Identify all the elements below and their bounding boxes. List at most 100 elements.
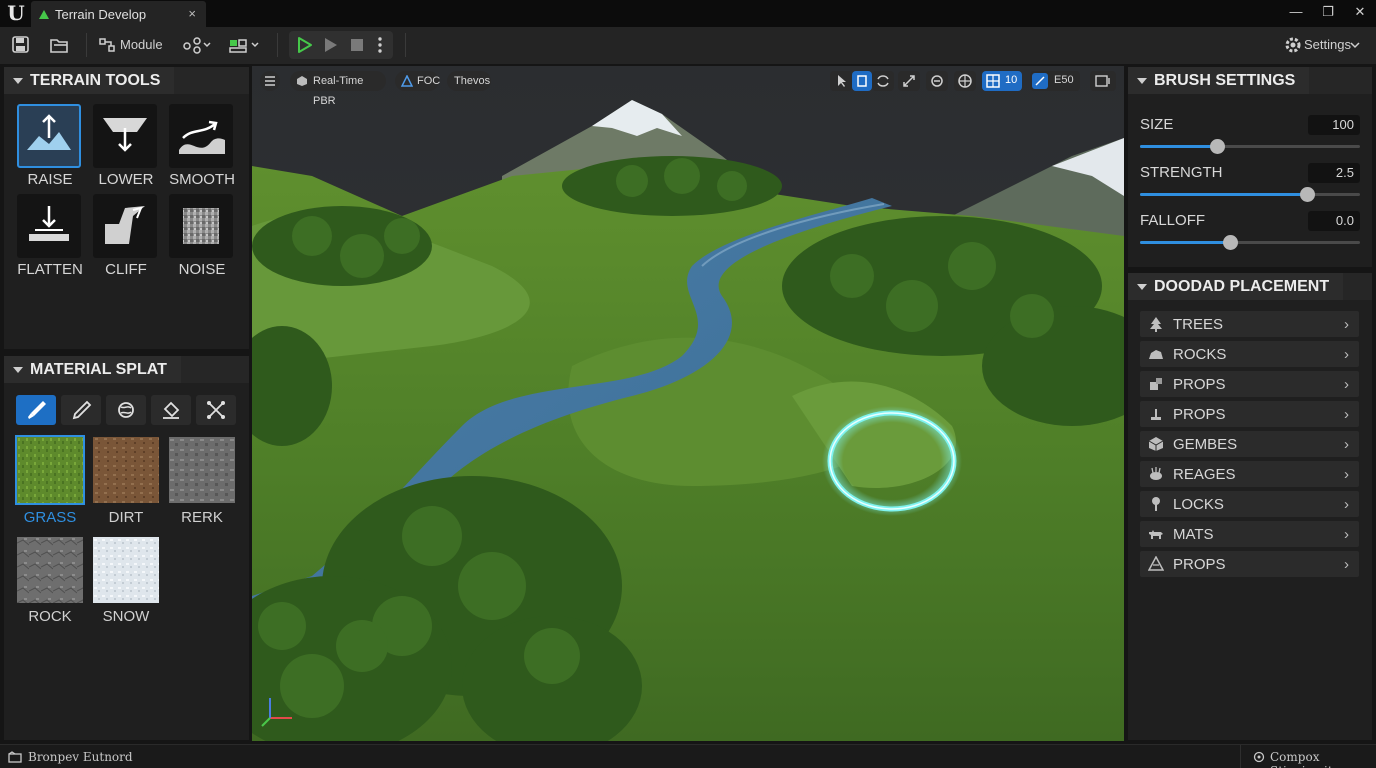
flatten-icon <box>29 206 69 241</box>
doodad-item-locks[interactable]: LOCKS › <box>1140 491 1359 517</box>
tool-flatten[interactable] <box>17 194 81 258</box>
theme-dropdown[interactable]: Thevos <box>447 71 491 91</box>
chevron-right-icon: › <box>1344 406 1349 423</box>
close-window-button[interactable]: ✕ <box>1350 3 1370 21</box>
level-icon <box>39 10 49 19</box>
source-control-icon[interactable] <box>1253 751 1265 763</box>
rotate-mode-button[interactable] <box>872 71 894 91</box>
camera-speed-button[interactable]: E50 <box>1030 71 1080 91</box>
brush-settings-title[interactable]: BRUSH SETTINGS <box>1128 67 1310 94</box>
doodad-item-props[interactable]: PROPS › <box>1140 371 1359 397</box>
terrain-tools-title[interactable]: TERRAIN TOOLS <box>4 67 175 94</box>
content-browser-icon[interactable] <box>48 35 70 55</box>
cube-icon <box>297 76 307 86</box>
paint-brush-icon <box>28 401 46 419</box>
collapse-caret-icon[interactable] <box>1137 284 1147 290</box>
collapse-caret-icon[interactable] <box>13 78 23 84</box>
tool-lower[interactable] <box>93 104 157 168</box>
app-logo-icon[interactable]: U <box>4 2 28 24</box>
tool-raise[interactable] <box>17 104 81 168</box>
terrain-tools-panel: TERRAIN TOOLS RAISE LOWER SMOOTH FLATTEN… <box>4 67 249 349</box>
collapse-caret-icon[interactable] <box>13 367 23 373</box>
settings-label[interactable]: Settings <box>1304 37 1351 52</box>
tool-noise[interactable] <box>169 194 233 258</box>
world-local-button[interactable] <box>954 71 976 91</box>
main-toolbar: Module Settings <box>0 27 1376 64</box>
fill-bucket-tool[interactable] <box>151 395 191 425</box>
collapse-caret-icon[interactable] <box>1137 78 1147 84</box>
tool-label-lower: LOWER <box>98 171 154 188</box>
scale-mode-button[interactable] <box>898 71 920 91</box>
translate-mode-button[interactable] <box>852 71 872 91</box>
status-bar: Bronpev Eutnord Compox Stieniemit <box>0 744 1376 768</box>
scatter-tool[interactable] <box>196 395 236 425</box>
strength-value-field[interactable]: 2.5 <box>1308 163 1360 183</box>
doodad-item-rocks[interactable]: ROCKS › <box>1140 341 1359 367</box>
terrain-scene[interactable] <box>252 66 1124 741</box>
strength-slider[interactable] <box>1140 187 1360 202</box>
material-swatch-rerk[interactable] <box>169 437 235 503</box>
eyedropper-tool[interactable] <box>61 395 101 425</box>
grid-snap-button[interactable]: 10 <box>982 71 1022 91</box>
level-viewport[interactable]: Real-Time PBR FOC Thevos 10 E50 <box>252 66 1124 741</box>
blueprint-dropdown-icon[interactable] <box>182 35 214 55</box>
material-swatch-snow[interactable] <box>93 537 159 603</box>
simulate-icon[interactable] <box>323 36 339 54</box>
size-slider[interactable] <box>1140 139 1360 154</box>
tab-close-icon[interactable]: × <box>188 6 196 21</box>
lower-icon <box>103 118 147 152</box>
material-splat-title[interactable]: MATERIAL SPLAT <box>4 356 181 383</box>
terrain-tools-title-text: TERRAIN TOOLS <box>30 72 161 89</box>
source-control-label[interactable]: Compox Stieniemit <box>1270 750 1376 768</box>
scatter-icon <box>207 401 225 419</box>
doodad-label: PROPS <box>1173 406 1226 423</box>
tool-smooth[interactable] <box>169 104 233 168</box>
cinematics-dropdown-icon[interactable] <box>228 35 262 55</box>
material-swatch-grass[interactable] <box>15 435 85 505</box>
maximize-viewport-button[interactable] <box>1090 71 1116 91</box>
cursor-icon <box>838 75 846 87</box>
play-controls <box>289 31 393 59</box>
size-value-field[interactable]: 100 <box>1308 115 1360 135</box>
document-tab[interactable]: Terrain Develop × <box>31 1 206 27</box>
doodad-item-reages[interactable]: REAGES › <box>1140 461 1359 487</box>
grid-icon <box>986 74 1000 88</box>
play-icon[interactable] <box>297 36 313 54</box>
falloff-value-field[interactable]: 0.0 <box>1308 211 1360 231</box>
doodad-placement-title[interactable]: DOODAD PLACEMENT <box>1128 273 1344 300</box>
material-swatch-rock[interactable] <box>17 537 83 603</box>
rock-icon <box>1149 350 1163 359</box>
render-mode-dropdown[interactable]: Real-Time PBR <box>290 71 386 107</box>
stop-icon[interactable] <box>349 37 365 53</box>
globe-tool[interactable] <box>106 395 146 425</box>
size-slider-knob[interactable] <box>1210 139 1225 154</box>
doodad-item-props-2[interactable]: PROPS › <box>1140 401 1359 427</box>
tool-label-flatten: FLATTEN <box>17 261 83 278</box>
gear-icon[interactable] <box>1282 35 1304 55</box>
more-options-icon[interactable] <box>376 36 384 54</box>
module-label[interactable]: Module <box>120 37 163 52</box>
doodad-item-props-3[interactable]: PROPS › <box>1140 551 1359 577</box>
falloff-slider[interactable] <box>1140 235 1360 250</box>
maximize-button[interactable]: ❐ <box>1318 3 1338 21</box>
strength-label: STRENGTH <box>1140 164 1223 181</box>
save-icon[interactable] <box>10 35 32 55</box>
viewport-menu-button[interactable] <box>260 71 280 91</box>
doodad-item-mats[interactable]: MATS › <box>1140 521 1359 547</box>
surface-snap-button[interactable] <box>926 71 948 91</box>
content-drawer-icon[interactable] <box>8 751 22 763</box>
fov-dropdown[interactable]: FOC <box>395 71 440 91</box>
minimize-button[interactable]: — <box>1286 3 1306 21</box>
doodad-item-trees[interactable]: TREES › <box>1140 311 1359 337</box>
paint-brush-tool[interactable] <box>16 395 56 425</box>
select-mode-button[interactable] <box>830 71 852 91</box>
module-icon[interactable] <box>97 35 119 55</box>
falloff-slider-knob[interactable] <box>1223 235 1239 250</box>
cube-icon <box>1148 437 1164 451</box>
material-swatch-dirt[interactable] <box>93 437 159 503</box>
chevron-down-icon[interactable] <box>1350 40 1360 50</box>
doodad-item-gembes[interactable]: GEMBES › <box>1140 431 1359 457</box>
tool-cliff[interactable] <box>93 194 157 258</box>
strength-slider-knob[interactable] <box>1300 187 1316 202</box>
content-drawer-label[interactable]: Bronpev Eutnord <box>28 750 133 764</box>
